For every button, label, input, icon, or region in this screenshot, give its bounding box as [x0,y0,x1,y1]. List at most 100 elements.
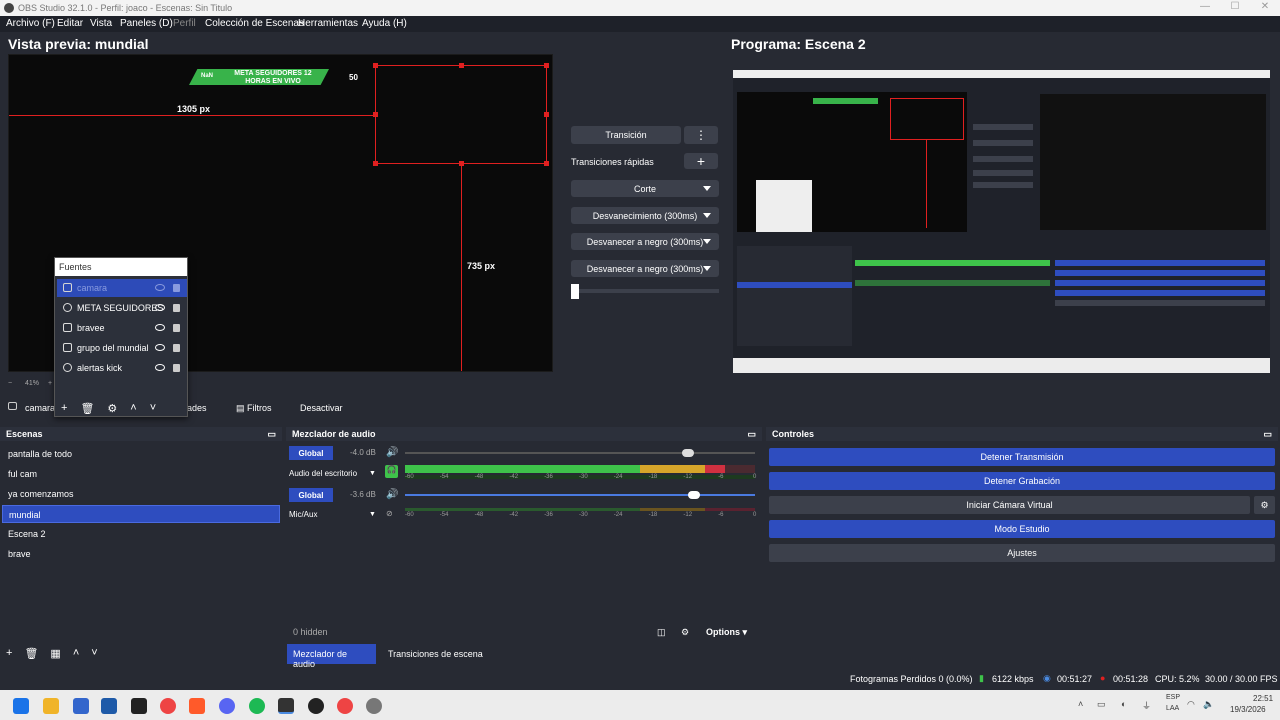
lock-icon[interactable] [173,364,180,372]
source-item-alertas[interactable]: alertas kick [57,359,187,377]
dock-icon[interactable]: ▭ [267,429,276,440]
up-icon[interactable]: ˄ [130,402,136,415]
handle-mr[interactable] [544,112,549,117]
trash-icon[interactable]: 🗑 [80,402,94,415]
chevron-down-icon[interactable]: ▼ [369,511,376,518]
chevron-up-icon[interactable]: ˄ [1078,699,1083,709]
menu-ayuda[interactable]: Ayuda (H) [362,18,407,29]
source-item-camara[interactable]: camara [57,279,187,297]
tbar-slider[interactable] [571,284,579,299]
mixer-settings-icon[interactable]: ⚙ [681,627,689,638]
transition-black-2[interactable]: Desvanecer a negro (300ms) [571,260,719,277]
gear-icon[interactable]: ⚙ [107,402,117,415]
opera-icon[interactable] [337,698,353,714]
transition-menu-icon[interactable]: ⋮ [684,126,718,144]
clock-time[interactable]: 22:51 [1253,694,1273,703]
lang-2[interactable]: LAA [1166,705,1179,712]
handle-bl[interactable] [373,161,378,166]
obs-taskbar-icon[interactable] [278,698,294,714]
menu-perfil[interactable]: Perfil [173,18,196,29]
chrome-icon[interactable] [160,698,176,714]
volume-icon[interactable]: 🔈 [1203,699,1214,710]
tray-icon[interactable]: ▭ [1097,699,1106,710]
brave-icon[interactable] [189,698,205,714]
lock-icon[interactable] [173,344,180,352]
transition-fade[interactable]: Desvanecimiento (300ms) [571,207,719,224]
menu-editar[interactable]: Editar [57,18,83,29]
menu-vista[interactable]: Vista [90,18,112,29]
minimize-icon[interactable]: — [1190,1,1220,15]
app-icon[interactable] [131,698,147,714]
menu-paneles[interactable]: Paneles (D) [120,18,173,29]
file-explorer-icon[interactable] [43,698,59,714]
options-button[interactable]: Options ▾ [706,627,747,638]
handle-tl[interactable] [373,63,378,68]
scene-item[interactable]: ful cam [2,465,280,483]
deactivate-button[interactable]: Desactivar [300,403,343,413]
start-virtual-camera-button[interactable]: Iniciar Cámara Virtual [769,496,1250,514]
stop-recording-button[interactable]: Detener Grabación [769,472,1275,490]
clock-date[interactable]: 19/3/2026 [1230,705,1266,714]
windows-start-icon[interactable] [13,698,29,714]
eye-icon[interactable] [155,304,165,311]
mic-muted-icon[interactable]: ⊘ [386,509,393,518]
dock-icon[interactable]: ▭ [747,429,756,440]
eye-icon[interactable] [155,284,165,291]
handle-br[interactable] [544,161,549,166]
menu-coleccion[interactable]: Colección de Escenas [205,18,304,29]
close-icon[interactable]: ✕ [1250,1,1280,15]
headphones-icon[interactable]: 🎧 [385,465,398,478]
source-item-bravee[interactable]: bravee [57,319,187,337]
down-icon[interactable]: ˅ [150,402,156,415]
speaker-icon[interactable]: 🔊 [386,489,398,500]
source-item-meta[interactable]: META SEGUIDORES [57,299,187,317]
tab-audio-mixer[interactable]: Mezclador de audio [287,644,376,669]
virtual-camera-gear-icon[interactable]: ⚙ [1254,496,1275,514]
transition-corte[interactable]: Corte [571,180,719,197]
speaker-icon[interactable]: 🔊 [386,447,398,458]
scene-item[interactable]: pantalla de todo [2,445,280,463]
add-icon[interactable]: + [61,402,67,415]
eye-icon[interactable] [155,344,165,351]
tab-scene-transitions[interactable]: Transiciones de escena [388,649,483,659]
down-icon[interactable]: ˅ [91,647,97,660]
filter-icon[interactable]: ▦ [50,647,60,660]
source-item-grupo[interactable]: grupo del mundial [57,339,187,357]
transition-black-1[interactable]: Desvanecer a negro (300ms) [571,233,719,250]
spotify-icon[interactable] [249,698,265,714]
menu-archivo[interactable]: Archivo (F) [6,18,55,29]
maximize-icon[interactable]: ☐ [1220,1,1250,15]
zoom-plus-icon[interactable]: + [48,380,52,387]
add-icon[interactable]: + [6,647,12,660]
dock-icon[interactable]: ▭ [1263,429,1272,440]
transition-button[interactable]: Transición [571,126,681,144]
app-icon[interactable] [101,698,117,714]
handle-tm[interactable] [459,63,464,68]
up-icon[interactable]: ˄ [73,647,79,660]
lock-icon[interactable] [173,284,180,292]
lang-1[interactable]: ESP [1166,694,1180,701]
handle-bm[interactable] [459,161,464,166]
filters-button[interactable]: ▤ Filtros [236,403,272,414]
app-icon[interactable] [73,698,89,714]
stop-streaming-button[interactable]: Detener Transmisión [769,448,1275,466]
handle-tr[interactable] [544,63,549,68]
lock-icon[interactable] [173,324,180,332]
volume-handle[interactable] [682,449,694,457]
scene-item[interactable]: ya comenzamos [2,485,280,503]
scene-item[interactable]: Escena 2 [2,525,280,543]
layout-icon[interactable]: ◫ [657,627,666,638]
discord-icon[interactable] [219,698,235,714]
eye-icon[interactable] [155,324,165,331]
settings-button[interactable]: Ajustes [769,544,1275,562]
eye-icon[interactable] [155,364,165,371]
scene-item-selected[interactable]: mundial [2,505,280,523]
app-icon[interactable] [308,698,324,714]
chevron-down-icon[interactable]: ▼ [369,470,376,477]
settings-icon[interactable] [366,698,382,714]
menu-herramientas[interactable]: Herramientas [298,18,358,29]
volume-handle[interactable] [688,491,700,499]
tray-icon[interactable]: ◐ [1121,699,1126,709]
trash-icon[interactable]: 🗑 [24,647,38,660]
studio-mode-button[interactable]: Modo Estudio [769,520,1275,538]
